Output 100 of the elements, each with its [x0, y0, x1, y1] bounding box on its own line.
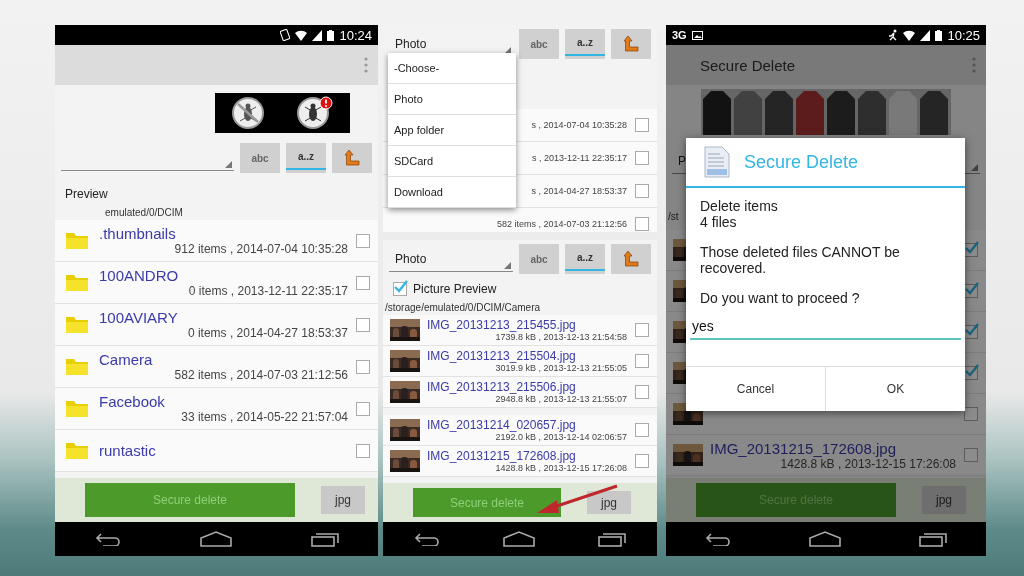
- file-details: 2948.8 kB , 2013-12-13 21:55:07: [495, 394, 627, 404]
- dialog-text: Delete items: [700, 198, 779, 214]
- bug-off-icon: [230, 96, 265, 130]
- wifi-icon: [295, 29, 308, 41]
- sort-button[interactable]: a..z: [565, 244, 605, 274]
- checkbox[interactable]: [964, 448, 978, 462]
- dropdown-arrow-icon: [971, 164, 978, 171]
- checkbox[interactable]: [393, 282, 407, 296]
- sort-button[interactable]: a..z: [286, 143, 326, 173]
- checkbox[interactable]: [635, 217, 649, 231]
- checkbox[interactable]: [635, 323, 649, 337]
- checkbox[interactable]: [635, 454, 649, 468]
- home-icon[interactable]: [809, 531, 841, 547]
- file-details: 33 items , 2014-05-22 21:57:04: [181, 410, 348, 424]
- file-name: Facebook: [99, 393, 166, 410]
- file-details: 1739.8 kB , 2013-12-13 21:54:58: [495, 332, 627, 342]
- file-details: 1428.8 kB , 2013-12-15 17:26:08: [495, 463, 627, 473]
- checkbox[interactable]: [635, 354, 649, 368]
- checkbox[interactable]: [964, 407, 978, 421]
- preview-label: Preview: [65, 187, 108, 201]
- back-icon[interactable]: [705, 532, 731, 546]
- checkbox[interactable]: [356, 401, 370, 416]
- file-details: 3019.9 kB , 2013-12-13 21:55:05: [495, 363, 627, 373]
- phone-icon: [280, 29, 291, 41]
- file-details: 582 items , 2014-07-03 21:12:56: [496, 219, 627, 229]
- back-icon[interactable]: [414, 532, 441, 546]
- up-arrow-icon: [622, 35, 640, 53]
- sort-button[interactable]: abc: [240, 143, 280, 173]
- menu-icon[interactable]: [364, 57, 368, 73]
- filter-button[interactable]: jpg: [587, 491, 631, 514]
- file-name: IMG_20131213_215504.jpg: [427, 349, 577, 363]
- recents-icon[interactable]: [597, 531, 626, 547]
- checkbox[interactable]: [356, 275, 370, 290]
- sort-button[interactable]: abc: [519, 29, 559, 59]
- menu-icon[interactable]: [972, 57, 976, 73]
- folder-icon: [65, 231, 89, 250]
- file-name: 100ANDRO: [99, 267, 180, 284]
- checkbox[interactable]: [356, 317, 370, 332]
- dialog-title: Secure Delete: [744, 151, 859, 173]
- folder-icon: [65, 441, 89, 460]
- network-type: 3G: [672, 29, 687, 41]
- folder-icon: [65, 315, 89, 334]
- up-folder-button[interactable]: [332, 143, 372, 173]
- checkbox[interactable]: [635, 385, 649, 399]
- runner-icon: [888, 29, 899, 41]
- file-details: 0 items , 2014-04-27 18:53:37: [187, 326, 348, 340]
- file-name: Camera: [99, 351, 154, 368]
- preview-label: Picture Preview: [413, 282, 497, 296]
- dropdown-arrow-icon: [225, 161, 232, 168]
- file-details: 0 items , 2013-12-11 22:35:17: [188, 284, 348, 298]
- battery-icon: [327, 29, 335, 41]
- menu-item[interactable]: Photo: [388, 84, 516, 115]
- sort-button[interactable]: a..z: [565, 29, 605, 59]
- folder-path: /st: [667, 210, 680, 224]
- signal-icon: [312, 29, 323, 41]
- checkbox[interactable]: [635, 151, 649, 165]
- file-details: s , 2014-07-04 10:35:28: [531, 120, 627, 130]
- battery-icon: [935, 29, 943, 41]
- folder-icon: [65, 357, 89, 376]
- file-details: s , 2013-12-11 22:35:17: [532, 153, 627, 163]
- file-details: 912 items , 2014-07-04 10:35:28: [174, 242, 348, 256]
- menu-item[interactable]: SDCard: [388, 146, 516, 177]
- file-name: IMG_20131213_215506.jpg: [427, 380, 577, 394]
- file-name: runtastic: [99, 442, 157, 459]
- recents-icon[interactable]: [310, 531, 339, 547]
- checkbox[interactable]: [356, 443, 370, 458]
- file-name: IMG_20131213_215455.jpg: [427, 318, 577, 332]
- file-name: IMG_20131215_172608.jpg: [710, 439, 897, 457]
- dialog-text: 4 files: [700, 214, 738, 230]
- status-time: 10:24: [339, 27, 372, 43]
- menu-item[interactable]: App folder: [388, 115, 516, 146]
- document-icon: [704, 146, 730, 178]
- recents-icon[interactable]: [919, 531, 947, 547]
- menu-item[interactable]: Download: [388, 177, 516, 208]
- checkbox[interactable]: [635, 118, 649, 132]
- image-icon: [691, 30, 703, 40]
- app-title: Secure Delete: [700, 56, 796, 74]
- up-arrow-icon: [622, 250, 640, 268]
- file-details: 1428.8 kB , 2013-12-15 17:26:08: [780, 456, 956, 471]
- file-details: 2192.0 kB , 2013-12-14 02:06:57: [495, 432, 627, 442]
- home-icon[interactable]: [503, 531, 535, 547]
- menu-item[interactable]: -Choose-: [388, 53, 516, 84]
- checkbox[interactable]: [635, 184, 649, 198]
- checkbox[interactable]: [356, 359, 370, 374]
- file-name: .thumbnails: [99, 225, 177, 242]
- file-details: 582 items , 2014-07-03 21:12:56: [174, 368, 348, 382]
- up-arrow-icon: [343, 149, 361, 167]
- up-folder-button[interactable]: [611, 244, 651, 274]
- checkbox[interactable]: [356, 233, 370, 248]
- dialog-button[interactable]: OK: [825, 367, 965, 411]
- dialog-button[interactable]: Cancel: [686, 367, 825, 411]
- file-name: 100AVIARY: [99, 309, 179, 326]
- dropdown-arrow-icon: [504, 262, 511, 269]
- folder-icon: [65, 273, 89, 292]
- filter-button[interactable]: jpg: [321, 486, 365, 514]
- up-folder-button[interactable]: [611, 29, 651, 59]
- checkbox[interactable]: [635, 423, 649, 437]
- back-icon[interactable]: [94, 532, 121, 546]
- home-icon[interactable]: [199, 531, 232, 547]
- sort-button[interactable]: abc: [519, 244, 559, 274]
